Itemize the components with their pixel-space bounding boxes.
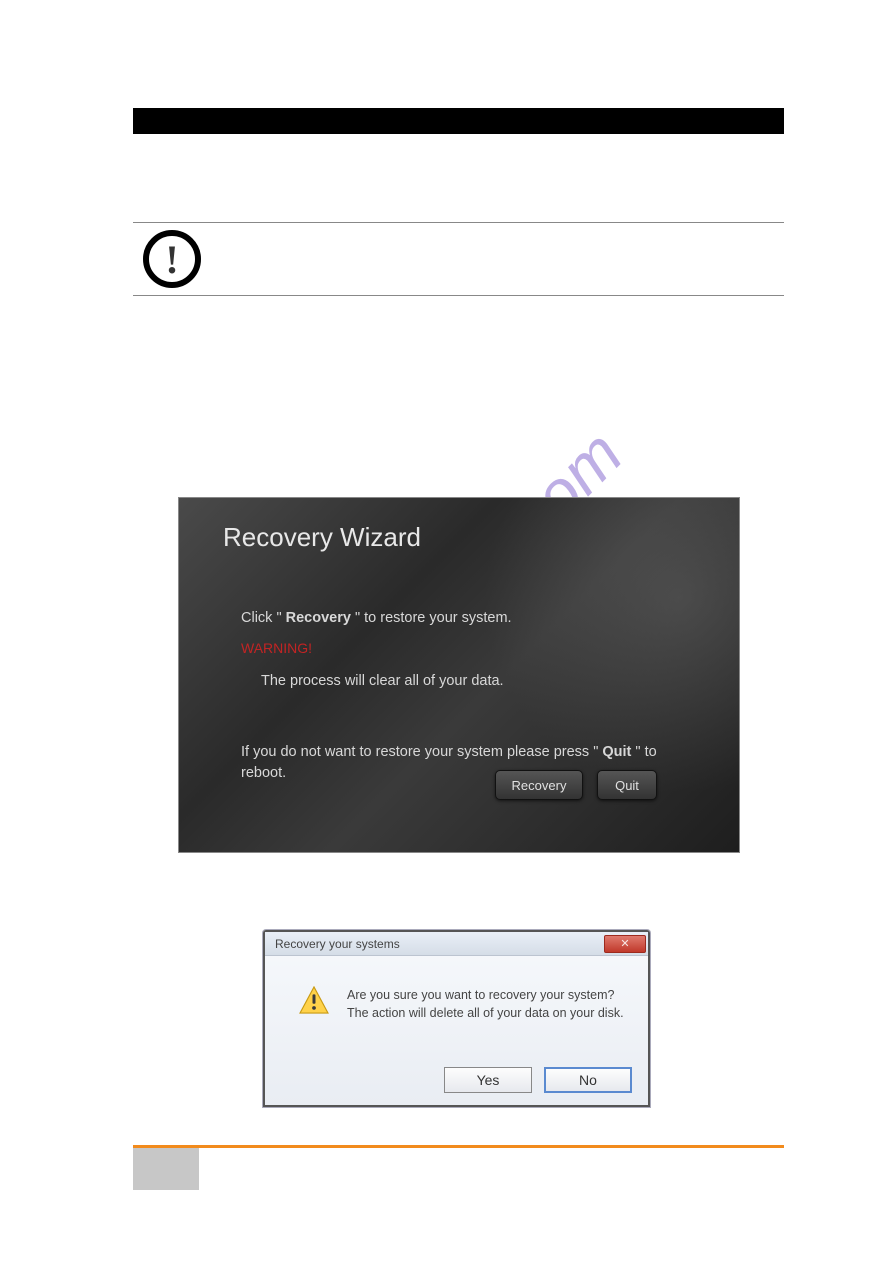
wizard-warning-text: The process will clear all of your data.	[261, 673, 504, 689]
section-header-bar	[133, 108, 784, 134]
recovery-button[interactable]: Recovery	[495, 770, 583, 800]
exclamation-glyph: !	[165, 236, 178, 283]
dialog-line2: The action will delete all of your data …	[347, 1004, 624, 1022]
page-number-box	[133, 1148, 199, 1190]
footer-accent-bar	[133, 1145, 784, 1148]
caution-icon: !	[143, 230, 201, 288]
text: If you do not want to restore your syste…	[241, 744, 602, 760]
wizard-title: Recovery Wizard	[223, 522, 421, 553]
quit-button[interactable]: Quit	[597, 770, 657, 800]
text-bold: Recovery	[286, 610, 351, 626]
dialog-title: Recovery your systems	[275, 937, 400, 951]
caution-divider-block: !	[133, 222, 784, 296]
dialog-message: Are you sure you want to recovery your s…	[347, 986, 624, 1022]
wizard-instruction-1: Click " Recovery " to restore your syste…	[241, 610, 512, 626]
text: " to restore your system.	[351, 610, 512, 626]
text: Click "	[241, 610, 286, 626]
wizard-warning-label: WARNING!	[241, 640, 312, 656]
confirm-dialog: Recovery your systems ✕ Are you sure you…	[263, 930, 650, 1107]
recovery-wizard-screenshot: Recovery Wizard Click " Recovery " to re…	[178, 497, 740, 853]
yes-button[interactable]: Yes	[444, 1067, 532, 1093]
warning-icon	[299, 986, 329, 1014]
no-button[interactable]: No	[544, 1067, 632, 1093]
close-button[interactable]: ✕	[604, 935, 646, 953]
close-icon: ✕	[620, 937, 629, 950]
dialog-line1: Are you sure you want to recovery your s…	[347, 986, 624, 1004]
text-bold: Quit	[602, 744, 631, 760]
dialog-titlebar: Recovery your systems ✕	[265, 932, 648, 956]
